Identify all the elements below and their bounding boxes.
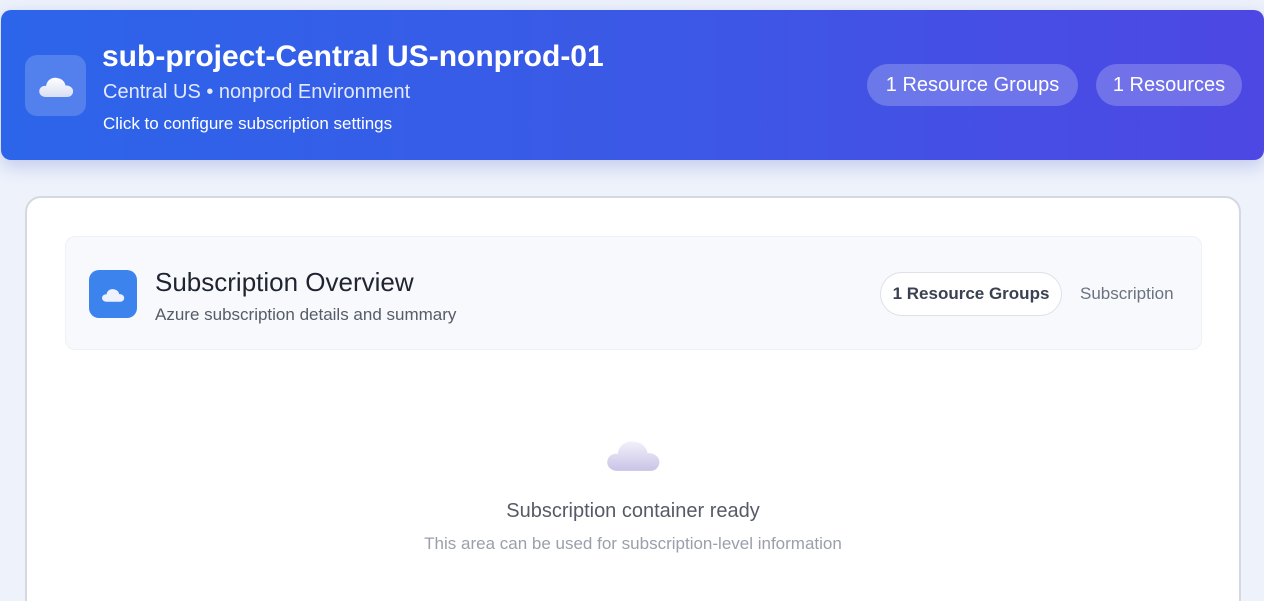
page: sub-project-Central US-nonprod-01 Centra… xyxy=(0,0,1264,601)
cloud-icon xyxy=(603,434,663,474)
subscription-header[interactable]: sub-project-Central US-nonprod-01 Centra… xyxy=(1,10,1264,160)
overview-title: Subscription Overview xyxy=(155,267,414,297)
cloud-icon xyxy=(89,270,137,318)
resource-groups-badge: 1 Resource Groups xyxy=(867,64,1078,106)
subscription-overview-panel: Subscription Overview Azure subscription… xyxy=(65,236,1202,350)
subscription-region-environment: Central US • nonprod Environment xyxy=(103,81,411,103)
empty-state-title: Subscription container ready xyxy=(506,500,760,522)
overview-type-label: Subscription xyxy=(1080,284,1174,303)
empty-state-message: This area can be used for subscription-l… xyxy=(424,534,842,553)
overview-resource-groups-badge: 1 Resource Groups xyxy=(880,272,1062,316)
configure-hint: Click to configure subscription settings xyxy=(103,114,393,133)
overview-subtitle: Azure subscription details and summary xyxy=(155,305,457,324)
subscription-card: Subscription Overview Azure subscription… xyxy=(25,196,1241,601)
subscription-title: sub-project-Central US-nonprod-01 xyxy=(102,40,604,73)
cloud-icon xyxy=(25,55,86,116)
resources-badge: 1 Resources xyxy=(1096,64,1242,106)
